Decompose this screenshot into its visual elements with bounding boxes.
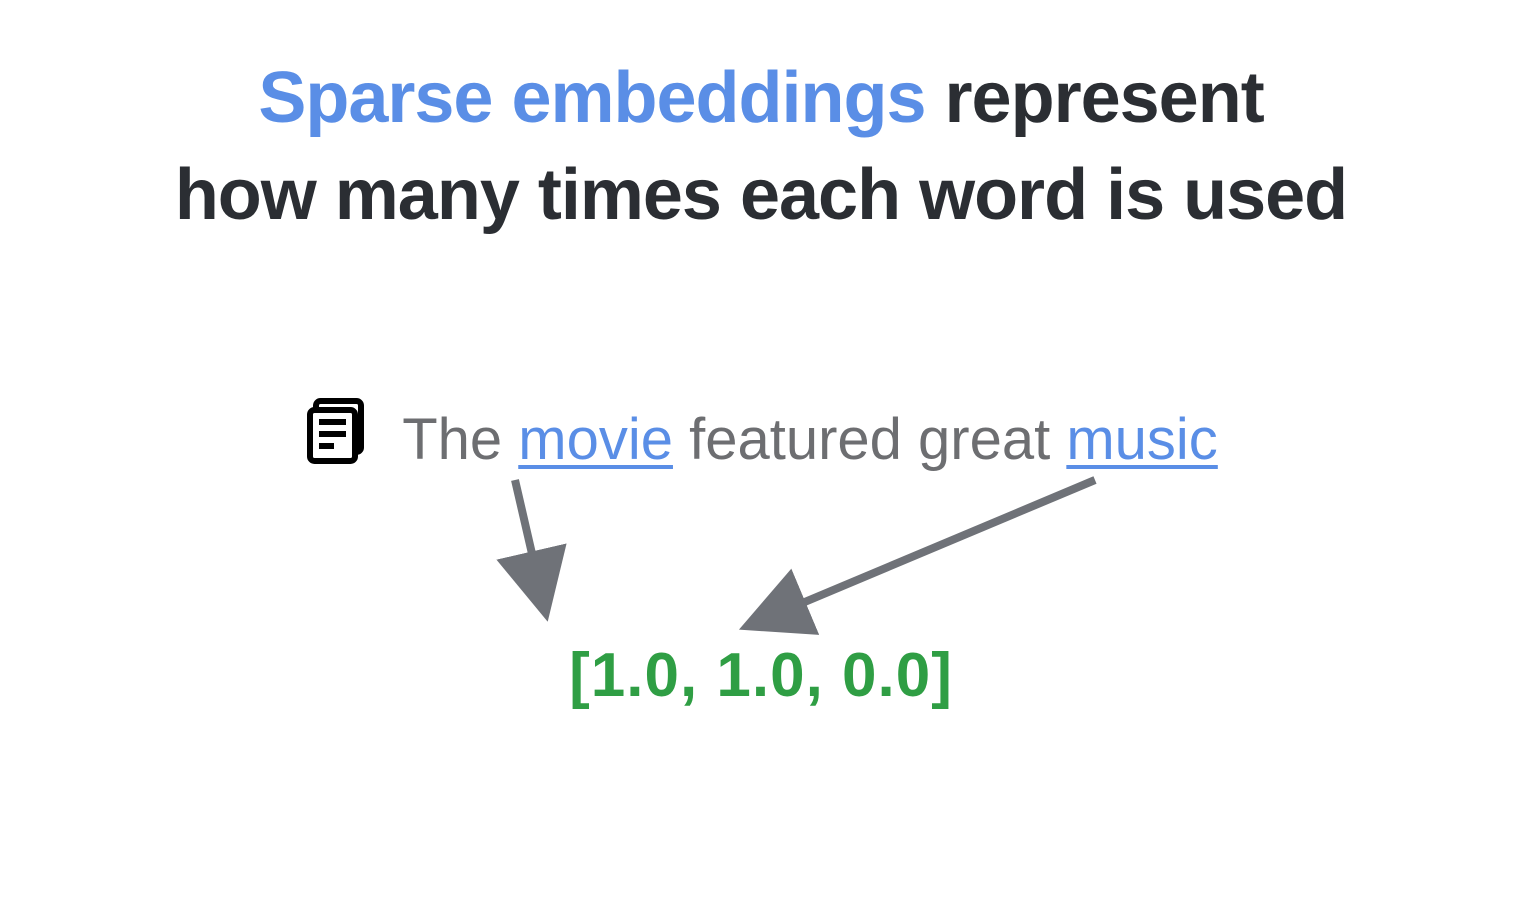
heading-highlight: Sparse embeddings	[258, 58, 925, 138]
embedding-vector: [1.0, 1.0, 0.0]	[0, 640, 1522, 711]
slide: Sparse embeddings represent how many tim…	[0, 0, 1522, 902]
document-icon	[304, 395, 376, 481]
arrow-music-to-vector	[750, 480, 1095, 625]
heading-line2: how many times each word is used	[175, 155, 1347, 235]
arrow-movie-to-vector	[515, 480, 545, 610]
sentence-keyword-music: music	[1066, 407, 1217, 472]
example-sentence: The movie featured great music	[0, 395, 1522, 481]
heading-rest-line1: represent	[926, 58, 1264, 138]
sentence-word-2: featured great	[673, 407, 1066, 472]
sentence-word-1: The	[402, 407, 518, 472]
slide-heading: Sparse embeddings represent how many tim…	[0, 50, 1522, 244]
sentence-keyword-movie: movie	[518, 407, 673, 472]
